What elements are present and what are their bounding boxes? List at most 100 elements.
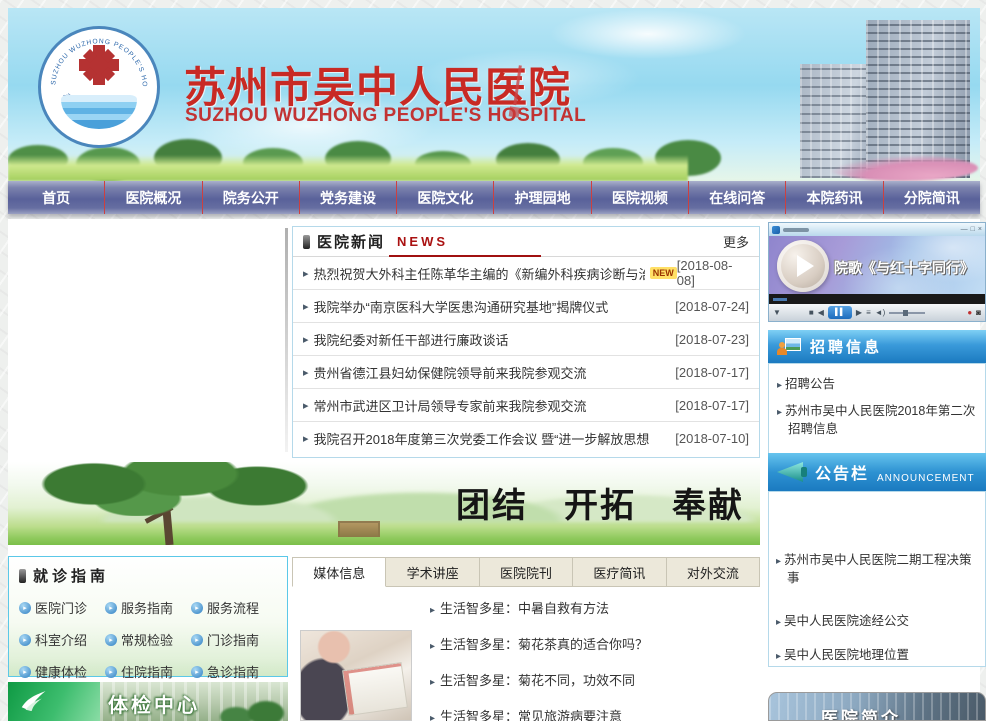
nav-item-nursing[interactable]: 护理园地	[494, 181, 591, 214]
hospital-intro-banner[interactable]: 医院简介	[768, 692, 986, 721]
pause-button[interactable]: ▌▌	[828, 306, 852, 319]
checkup-center-banner[interactable]: 体检中心	[8, 682, 288, 721]
news-item-title[interactable]: 贵州省德江县妇幼保健院领导前来我院参观交流	[314, 363, 587, 382]
guide-item-inpatient-guide[interactable]: ▸住院指南	[105, 662, 191, 681]
guide-item-routine-tests[interactable]: ▸常规检验	[105, 630, 191, 649]
tab-exchange[interactable]: 对外交流	[667, 557, 760, 587]
nav-item-video[interactable]: 医院视频	[592, 181, 689, 214]
nav-item-branch[interactable]: 分院简讯	[884, 181, 980, 214]
header-grass	[8, 155, 688, 181]
guide-item-service-flow[interactable]: ▸服务流程	[191, 598, 277, 617]
news-item-date: [2018-08-08]	[677, 258, 749, 288]
nav-item-overview[interactable]: 医院概况	[105, 181, 202, 214]
media-panel: 媒体信息 学术讲座 医院院刊 医疗简讯 对外交流 ▸生活智多星：中暑自救有方法 …	[292, 557, 760, 721]
news-item-title[interactable]: 我院召开2018年度第三次党委工作会议 暨“进一步解放思想	[314, 429, 650, 448]
pink-flowers	[828, 155, 978, 181]
announcement-item[interactable]: ▸苏州市吴中人民医院二期工程决策事	[776, 552, 978, 587]
news-item-title[interactable]: 常州市武进区卫计局领导专家前来我院参观交流	[314, 396, 587, 415]
guide-item-departments[interactable]: ▸科室介绍	[19, 630, 105, 649]
guide-item-health-checkup[interactable]: ▸健康体检	[19, 662, 105, 681]
nav-item-party[interactable]: 党务建设	[300, 181, 397, 214]
recruit-list: ▸招聘公告 ▸苏州市吴中人民医院2018年第二次招聘信息	[768, 363, 986, 456]
stop-icon[interactable]: ■	[809, 309, 814, 317]
page: SUZHOU WUZHONG PEOPLE'S HOSPITAL 苏州市吴中人民…	[0, 0, 986, 721]
pause-icon: ▌▌	[835, 309, 845, 316]
news-row[interactable]: ▸ 热烈祝贺大外科主任陈革华主编的《新编外科疾病诊断与治 NEW [2018-0…	[293, 257, 759, 290]
bird-logo-icon	[18, 686, 48, 716]
previous-icon[interactable]: ◀	[818, 309, 824, 317]
bullet-icon: ▸	[430, 713, 435, 721]
media-item[interactable]: ▸生活智多星：中暑自救有方法	[430, 598, 609, 617]
nav-item-pharmacy[interactable]: 本院药讯	[786, 181, 883, 214]
recruit-item[interactable]: ▸苏州市吴中人民医院2018年第二次招聘信息	[777, 403, 977, 438]
bullet-icon: ▸	[430, 677, 435, 688]
next-icon[interactable]: ▶	[856, 309, 862, 317]
media-player: — □ × 院歌《与红十字同行》 ▼ ■ ◀ ▌▌ ▶ ≡ ◄) ● ◙	[768, 222, 986, 322]
media-photo	[300, 630, 412, 721]
tab-media-info[interactable]: 媒体信息	[292, 557, 386, 587]
bullet-icon: ▸	[776, 651, 781, 662]
close-icon[interactable]: ×	[978, 226, 982, 233]
playlist-dropdown-icon[interactable]: ▼	[773, 309, 781, 317]
player-logo-icon	[772, 226, 780, 234]
announcement-list: ▸苏州市吴中人民医院二期工程决策事 ▸吴中人民医院途经公交 ▸吴中人民医院地理位…	[768, 491, 986, 667]
news-item-date: [2018-07-17]	[675, 365, 749, 380]
news-item-title[interactable]: 热烈祝贺大外科主任陈革华主编的《新编外科疾病诊断与治	[314, 264, 645, 283]
tab-journal[interactable]: 医院院刊	[480, 557, 573, 587]
play-icon	[797, 255, 814, 277]
news-more-link[interactable]: 更多	[723, 232, 749, 251]
record-icon[interactable]: ●	[967, 309, 972, 317]
news-red-underline	[389, 255, 541, 257]
recruit-title: 招聘信息	[810, 336, 882, 357]
tab-medical-brief[interactable]: 医疗简讯	[573, 557, 666, 587]
banner-shadow	[285, 228, 288, 452]
volume-slider[interactable]	[889, 312, 925, 314]
news-panel: 医院新闻 NEWS 更多 ▸ 热烈祝贺大外科主任陈革华主编的《新编外科疾病诊断与…	[292, 226, 760, 458]
hospital-building-photo	[768, 16, 978, 181]
news-item-date: [2018-07-17]	[675, 398, 749, 413]
news-row[interactable]: ▸ 常州市武进区卫计局领导专家前来我院参观交流 [2018-07-17]	[293, 389, 759, 422]
announcement-item[interactable]: ▸吴中人民医院途经公交	[776, 613, 978, 631]
news-row[interactable]: ▸ 我院召开2018年度第三次党委工作会议 暨“进一步解放思想 [2018-07…	[293, 422, 759, 455]
main-nav: 首页 医院概况 院务公开 党务建设 医院文化 护理园地 医院视频 在线问答 本院…	[8, 181, 980, 214]
media-item[interactable]: ▸生活智多星：常见旅游病要注意	[430, 706, 622, 721]
red-cross-icon	[79, 45, 119, 85]
tab-lectures[interactable]: 学术讲座	[386, 557, 479, 587]
guide-item-emergency-guide[interactable]: ▸急诊指南	[191, 662, 277, 681]
news-item-date: [2018-07-10]	[675, 431, 749, 446]
volume-icon[interactable]: ◄)	[875, 309, 886, 317]
block-bullet-icon	[303, 235, 310, 249]
guide-title: 就诊指南	[33, 565, 109, 586]
news-item-title[interactable]: 我院举办“南京医科大学医患沟通研究基地”揭牌仪式	[314, 297, 609, 316]
maximize-icon[interactable]: □	[971, 226, 975, 233]
playlist-icon[interactable]: ≡	[866, 309, 871, 317]
media-item[interactable]: ▸生活智多星：菊花不同，功效不同	[430, 670, 635, 689]
nav-item-culture[interactable]: 医院文化	[397, 181, 494, 214]
hospital-intro-label: 医院简介	[821, 704, 901, 721]
news-row[interactable]: ▸ 贵州省德江县妇幼保健院领导前来我院参观交流 [2018-07-17]	[293, 356, 759, 389]
news-item-date: [2018-07-23]	[675, 332, 749, 347]
seek-bar[interactable]	[769, 294, 985, 304]
news-row[interactable]: ▸ 我院纪委对新任干部进行廉政谈话 [2018-07-23]	[293, 323, 759, 356]
minimize-icon[interactable]: —	[961, 226, 968, 233]
recruit-item[interactable]: ▸招聘公告	[777, 376, 977, 394]
nav-item-home[interactable]: 首页	[8, 181, 105, 214]
play-button[interactable]	[777, 240, 829, 292]
seek-label	[773, 298, 787, 301]
circle-arrow-icon: ▸	[105, 634, 117, 646]
announcement-item[interactable]: ▸吴中人民医院地理位置	[776, 647, 978, 665]
guide-grid: ▸医院门诊 ▸服务指南 ▸服务流程 ▸科室介绍 ▸常规检验 ▸门诊指南 ▸健康体…	[19, 598, 277, 681]
circle-arrow-icon: ▸	[105, 602, 117, 614]
guide-item-outpatient[interactable]: ▸医院门诊	[19, 598, 105, 617]
media-item[interactable]: ▸生活智多星：菊花茶真的适合你吗？	[430, 634, 648, 653]
guide-item-outpatient-guide[interactable]: ▸门诊指南	[191, 630, 277, 649]
nav-item-public[interactable]: 院务公开	[203, 181, 300, 214]
nav-item-qa[interactable]: 在线问答	[689, 181, 786, 214]
song-caption: 院歌《与红十字同行》	[834, 258, 974, 278]
recruit-icon	[777, 338, 801, 355]
guide-item-service-guide[interactable]: ▸服务指南	[105, 598, 191, 617]
news-item-title[interactable]: 我院纪委对新任干部进行廉政谈话	[314, 330, 509, 349]
capture-icon[interactable]: ◙	[976, 309, 981, 317]
banner-tree	[32, 462, 332, 545]
news-row[interactable]: ▸ 我院举办“南京医科大学医患沟通研究基地”揭牌仪式 [2018-07-24]	[293, 290, 759, 323]
